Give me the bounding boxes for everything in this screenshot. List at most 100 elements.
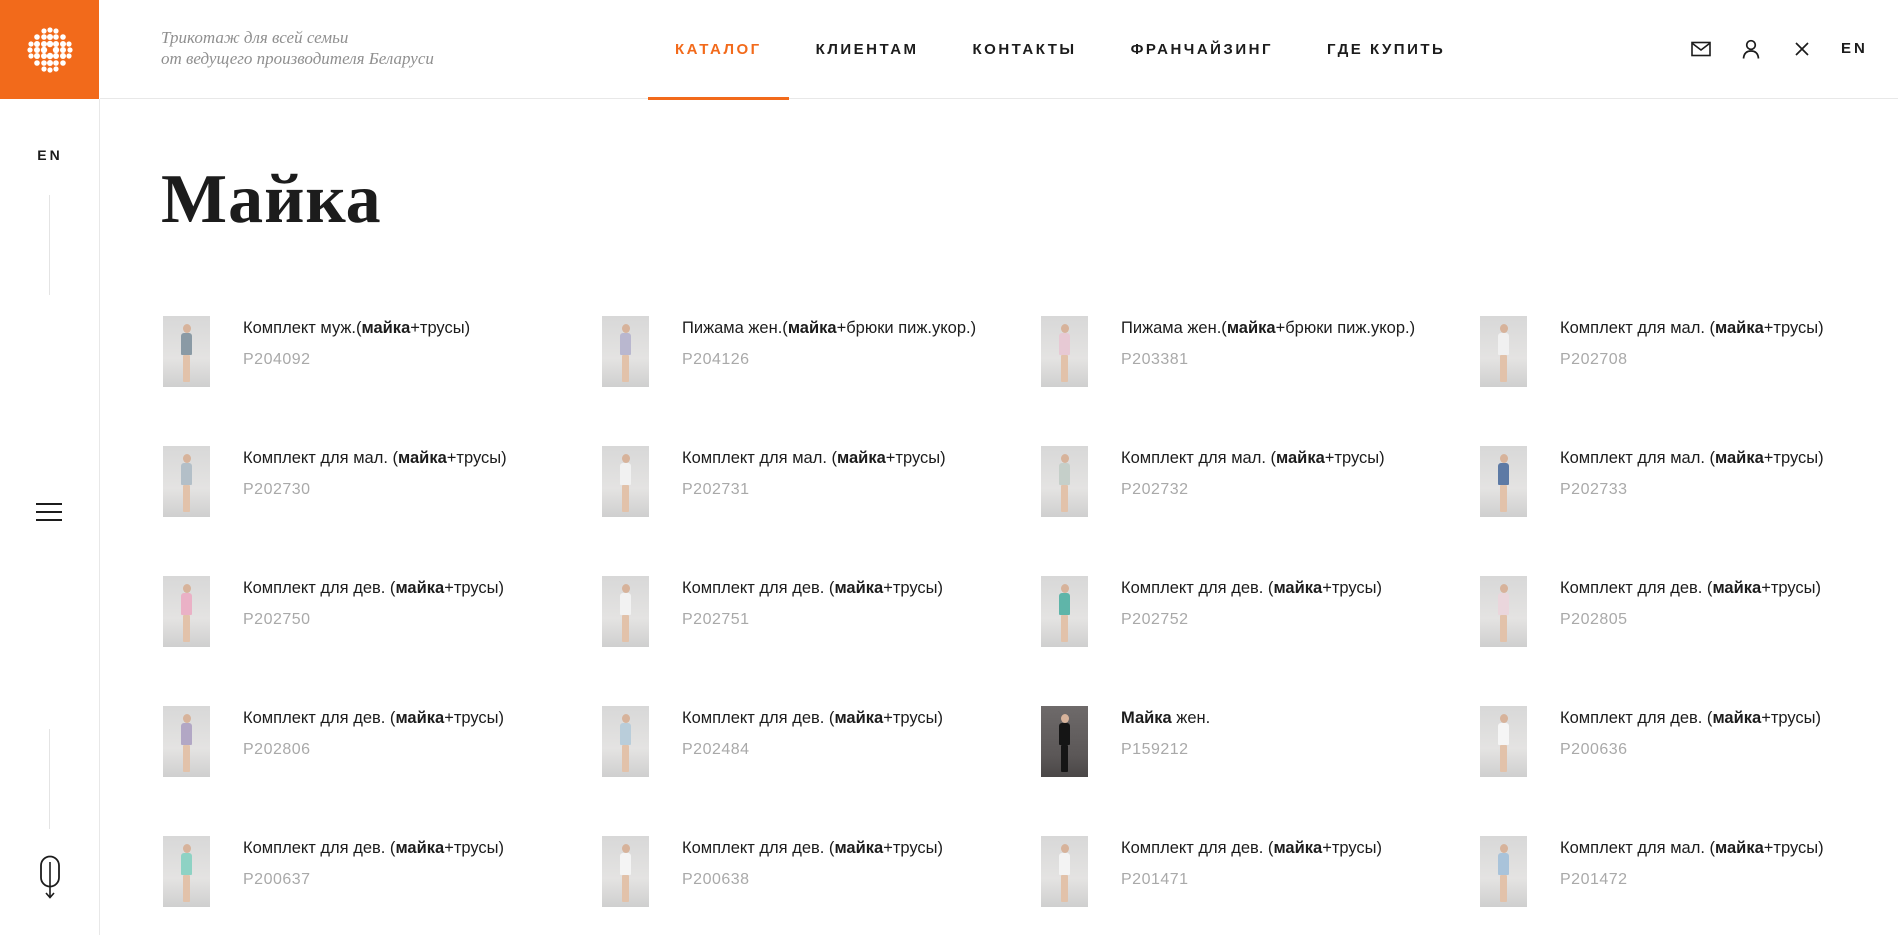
product-thumbnail[interactable]	[1480, 316, 1527, 387]
product-thumbnail[interactable]	[1480, 576, 1527, 647]
product-name[interactable]: Пижама жен.(майка+брюки пиж.укор.)	[682, 316, 1022, 340]
product-name[interactable]: Пижама жен.(майка+брюки пиж.укор.)	[1121, 316, 1461, 340]
page-title: Майка	[161, 161, 382, 238]
product-name[interactable]: Майка жен.	[1121, 706, 1461, 730]
nav-item-catalog[interactable]: КАТАЛОГ	[648, 0, 789, 100]
product-info: Комплект муж.(майка+трусы) P204092	[243, 316, 583, 370]
product-name[interactable]: Комплект для дев. (майка+трусы)	[243, 836, 583, 860]
product-thumbnail[interactable]	[163, 576, 210, 647]
nav-item-where-to-buy[interactable]: ГДЕ КУПИТЬ	[1300, 0, 1472, 99]
product-card[interactable]: Комплект для мал. (майка+трусы) P202732	[1041, 446, 1480, 576]
close-icon[interactable]	[1790, 37, 1814, 61]
product-name[interactable]: Комплект для мал. (майка+трусы)	[1121, 446, 1461, 470]
product-thumbnail[interactable]	[602, 576, 649, 647]
product-thumbnail[interactable]	[602, 316, 649, 387]
product-card[interactable]: Пижама жен.(майка+брюки пиж.укор.) P20412…	[602, 316, 1041, 446]
product-sku: P204126	[682, 351, 750, 368]
product-name[interactable]: Комплект для мал. (майка+трусы)	[243, 446, 583, 470]
product-card[interactable]: Комплект для дев. (майка+трусы) P200637	[163, 836, 602, 935]
product-name[interactable]: Комплект для дев. (майка+трусы)	[1560, 576, 1880, 600]
sidebar-language-switch[interactable]: EN	[0, 147, 100, 163]
product-card[interactable]: Комплект для дев. (майка+трусы) P202806	[163, 706, 602, 836]
product-thumbnail[interactable]	[1041, 316, 1088, 387]
product-thumbnail[interactable]	[602, 446, 649, 517]
product-thumbnail[interactable]	[163, 316, 210, 387]
product-card[interactable]: Комплект для дев. (майка+трусы) P202752	[1041, 576, 1480, 706]
product-card[interactable]: Комплект для мал. (майка+трусы) P202708	[1480, 316, 1880, 446]
product-thumbnail[interactable]	[1041, 446, 1088, 517]
product-name-highlight: майка	[1276, 449, 1325, 467]
product-card[interactable]: Комплект для дев. (майка+трусы) P202484	[602, 706, 1041, 836]
product-card[interactable]: Комплект для дев. (майка+трусы) P202750	[163, 576, 602, 706]
product-thumbnail[interactable]	[163, 836, 210, 907]
product-name-prefix: Комплект для мал. (	[1121, 449, 1277, 467]
product-card[interactable]: Комплект для мал. (майка+трусы) P202730	[163, 446, 602, 576]
product-name[interactable]: Комплект для дев. (майка+трусы)	[1121, 576, 1461, 600]
mail-icon[interactable]	[1689, 37, 1713, 61]
product-thumbnail[interactable]	[602, 706, 649, 777]
product-name[interactable]: Комплект для мал. (майка+трусы)	[1560, 316, 1880, 340]
product-thumbnail[interactable]	[1480, 836, 1527, 907]
product-name[interactable]: Комплект для дев. (майка+трусы)	[682, 706, 1022, 730]
product-name[interactable]: Комплект для дев. (майка+трусы)	[243, 706, 583, 730]
product-thumbnail[interactable]	[602, 836, 649, 907]
product-thumbnail[interactable]	[163, 706, 210, 777]
product-grid: Комплект муж.(майка+трусы) P204092 Пижама …	[163, 316, 1883, 935]
language-switch[interactable]: EN	[1841, 40, 1868, 57]
product-thumbnail[interactable]	[1480, 446, 1527, 517]
product-name[interactable]: Комплект для дев. (майка+трусы)	[682, 576, 1022, 600]
product-sku: P202484	[682, 741, 750, 758]
product-name-suffix: +брюки пиж.укор.)	[836, 319, 977, 337]
nav-item-franchising[interactable]: ФРАНЧАЙЗИНГ	[1104, 0, 1300, 99]
product-name[interactable]: Комплект для дев. (майка+трусы)	[1560, 706, 1880, 730]
product-card[interactable]: Комплект для дев. (майка+трусы) P200636	[1480, 706, 1880, 836]
product-name-highlight: майка	[1715, 839, 1764, 857]
nav-item-contacts[interactable]: КОНТАКТЫ	[946, 0, 1104, 99]
product-name[interactable]: Комплект для мал. (майка+трусы)	[1560, 836, 1880, 860]
product-name-suffix: +трусы)	[1322, 579, 1383, 597]
nav-item-clients[interactable]: КЛИЕНТАМ	[789, 0, 946, 99]
tagline-line-2: от ведущего производителя Беларуси	[161, 49, 434, 68]
product-name-suffix: +трусы)	[883, 709, 944, 727]
product-name-prefix: Комплект для мал. (	[1560, 449, 1716, 467]
product-name-suffix: +трусы)	[410, 319, 471, 337]
mouse-scroll-icon[interactable]	[38, 855, 62, 899]
product-card[interactable]: Комплект для мал. (майка+трусы) P202733	[1480, 446, 1880, 576]
user-icon[interactable]	[1739, 37, 1763, 61]
product-sku: P159212	[1121, 741, 1189, 758]
product-name-prefix: Комплект для дев. (	[1560, 579, 1713, 597]
product-name-prefix: Комплект для дев. (	[243, 579, 396, 597]
product-card[interactable]: Комплект для дев. (майка+трусы) P202805	[1480, 576, 1880, 706]
product-info: Пижама жен.(майка+брюки пиж.укор.) P20338…	[1121, 316, 1461, 370]
product-card[interactable]: Комплект муж.(майка+трусы) P204092	[163, 316, 602, 446]
product-name[interactable]: Комплект для дев. (майка+трусы)	[1121, 836, 1461, 860]
product-name-highlight: майка	[395, 709, 445, 727]
product-name[interactable]: Комплект для мал. (майка+трусы)	[682, 446, 1022, 470]
product-card[interactable]: Комплект для дев. (майка+трусы) P202751	[602, 576, 1041, 706]
product-name-highlight: майка	[1712, 579, 1762, 597]
brand-logo[interactable]	[0, 0, 99, 99]
product-thumbnail[interactable]	[1041, 576, 1088, 647]
product-thumbnail[interactable]	[1041, 836, 1088, 907]
product-card[interactable]: Майка жен. P159212	[1041, 706, 1480, 836]
product-info: Комплект для мал. (майка+трусы) P202708	[1560, 316, 1880, 370]
product-thumbnail[interactable]	[163, 446, 210, 517]
product-thumbnail[interactable]	[1041, 706, 1088, 777]
product-name-prefix: Комплект для мал. (	[1560, 839, 1716, 857]
hamburger-icon[interactable]	[36, 503, 62, 523]
product-name-highlight: майка	[1712, 709, 1762, 727]
product-sku: P202732	[1121, 481, 1189, 498]
product-card[interactable]: Комплект для мал. (майка+трусы) P201472	[1480, 836, 1880, 935]
product-name[interactable]: Комплект для мал. (майка+трусы)	[1560, 446, 1880, 470]
product-info: Комплект для мал. (майка+трусы) P202732	[1121, 446, 1461, 500]
product-thumbnail[interactable]	[1480, 706, 1527, 777]
product-card[interactable]: Комплект для мал. (майка+трусы) P202731	[602, 446, 1041, 576]
product-card[interactable]: Пижама жен.(майка+брюки пиж.укор.) P20338…	[1041, 316, 1480, 446]
product-card[interactable]: Комплект для дев. (майка+трусы) P200638	[602, 836, 1041, 935]
product-info: Комплект для дев. (майка+трусы) P202750	[243, 576, 583, 630]
product-name[interactable]: Комплект для дев. (майка+трусы)	[243, 576, 583, 600]
product-name[interactable]: Комплект муж.(майка+трусы)	[243, 316, 583, 340]
product-card[interactable]: Комплект для дев. (майка+трусы) P201471	[1041, 836, 1480, 935]
main-nav: КАТАЛОГ КЛИЕНТАМ КОНТАКТЫ ФРАНЧАЙЗИНГ ГД…	[648, 0, 1472, 100]
product-name[interactable]: Комплект для дев. (майка+трусы)	[682, 836, 1022, 860]
